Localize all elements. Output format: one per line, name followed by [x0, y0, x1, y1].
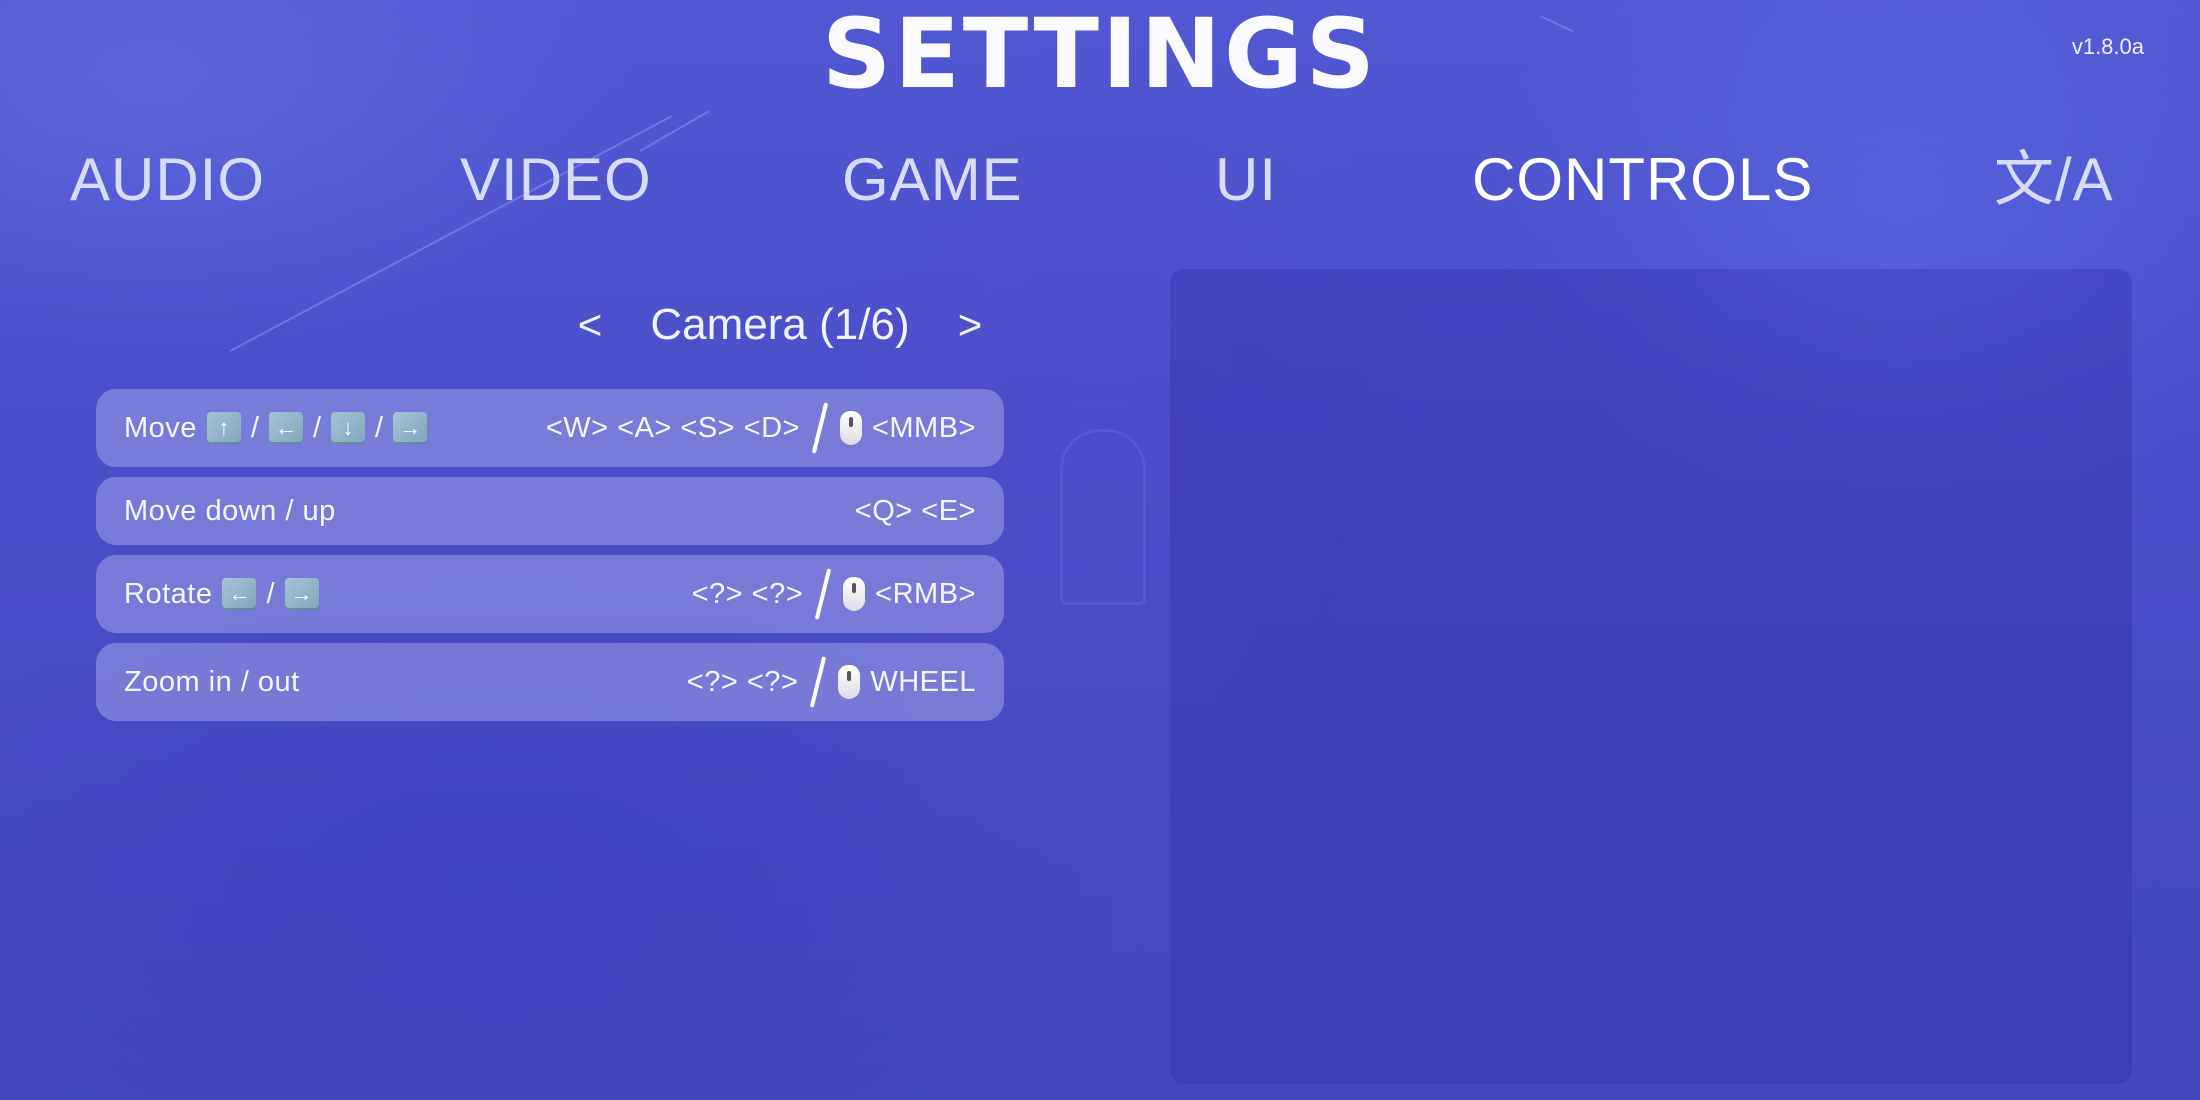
action-label: Move down / up — [124, 494, 336, 527]
separator: / — [312, 411, 322, 444]
mouse-icon — [843, 577, 866, 611]
category-pager: < Camera (1/6) > — [570, 290, 990, 360]
up-arrow-key-icon: ↑ — [206, 412, 241, 444]
right-arrow-key-icon: → — [393, 412, 428, 444]
mouse-binding[interactable]: <MMB> — [872, 412, 976, 445]
next-category-button[interactable]: > — [950, 301, 990, 349]
tab-language[interactable]: 文/A — [1994, 140, 2114, 220]
keybinding-list: Move ↑ / ← / ↓ / → <W> <A> <S> <D> <MMB>… — [96, 389, 1004, 731]
binding-divider — [810, 656, 827, 708]
binding-divider — [811, 402, 829, 454]
tab-ui[interactable]: UI — [1215, 140, 1277, 220]
keybinding-row-move-down-up[interactable]: Move down / up <Q> <E> — [96, 477, 1004, 545]
keyboard-binding[interactable]: <W> <A> <S> <D> — [546, 412, 800, 445]
separator: / — [375, 411, 384, 444]
keybinding-row-zoom[interactable]: Zoom in / out <?> <?> WHEEL — [96, 643, 1004, 721]
action-label: Zoom in / out — [124, 665, 300, 698]
preview-scene-structure — [1060, 429, 1146, 605]
keyboard-binding[interactable]: <Q> <E> — [855, 495, 976, 528]
previous-category-button[interactable]: < — [570, 301, 610, 349]
separator: / — [250, 411, 259, 444]
tab-audio[interactable]: AUDIO — [70, 140, 265, 220]
right-arrow-key-icon: → — [284, 578, 319, 610]
keybinding-row-move[interactable]: Move ↑ / ← / ↓ / → <W> <A> <S> <D> <MMB> — [96, 389, 1004, 467]
mouse-icon — [838, 665, 861, 699]
left-arrow-key-icon: ← — [222, 578, 257, 610]
mouse-binding[interactable]: WHEEL — [870, 666, 976, 699]
separator: / — [266, 577, 275, 610]
action-label: Move — [124, 411, 197, 444]
tab-video[interactable]: VIDEO — [460, 140, 652, 220]
settings-tabs: AUDIO VIDEO GAME UI CONTROLS 文/A — [0, 140, 2200, 220]
keybinding-row-rotate[interactable]: Rotate ← / → <?> <?> <RMB> — [96, 555, 1004, 633]
tab-game[interactable]: GAME — [842, 140, 1023, 220]
category-title: Camera (1/6) — [650, 300, 910, 349]
page-title: SETTINGS — [822, 0, 1378, 110]
action-label: Rotate — [124, 577, 213, 610]
down-arrow-key-icon: ↓ — [331, 412, 366, 444]
mouse-binding[interactable]: <RMB> — [875, 578, 976, 611]
controls-preview-panel — [1060, 269, 2132, 1084]
left-arrow-key-icon: ← — [268, 412, 303, 444]
tab-controls[interactable]: CONTROLS — [1472, 140, 1813, 220]
version-label: v1.8.0a — [2071, 34, 2144, 59]
mouse-icon — [839, 411, 862, 445]
keyboard-binding[interactable]: <?> <?> — [687, 666, 799, 699]
binding-divider — [814, 568, 832, 620]
keyboard-binding[interactable]: <?> <?> — [692, 578, 804, 611]
